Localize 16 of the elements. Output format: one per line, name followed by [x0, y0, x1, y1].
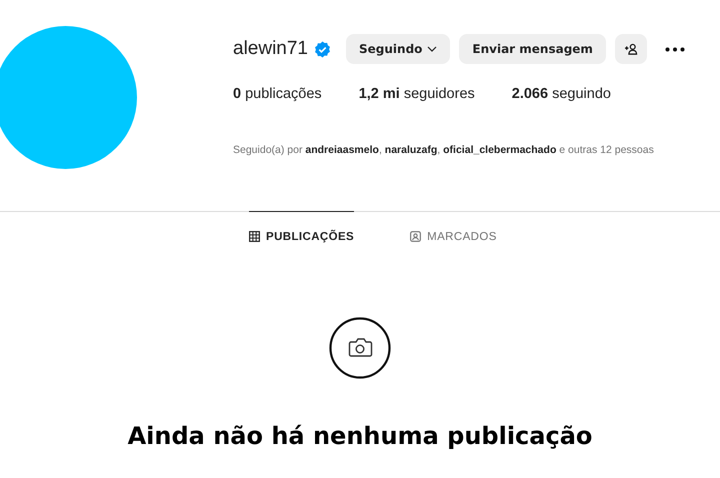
stat-text[interactable]: 1,2 mi seguidores — [358, 86, 475, 102]
add-person-button[interactable] — [614, 34, 647, 64]
following-button[interactable]: Seguindo — [346, 34, 450, 64]
add-person-icon — [624, 43, 638, 55]
stat-text[interactable]: 0 publicações — [233, 86, 322, 102]
stat-text[interactable]: 2.066 seguindo — [512, 86, 611, 102]
tab[interactable]: PUBLICAÇÕES — [249, 211, 354, 261]
username: alewin71 — [233, 38, 308, 60]
grid-icon — [249, 231, 260, 242]
followed-by-text: Seguido(a) por andreiaasmelo, naraluzafg, oficial_clebermachado e outras 12 pessoas — [233, 144, 655, 156]
person-tag-icon — [410, 231, 422, 242]
tab[interactable]: MARCADOS — [410, 211, 497, 261]
send-message-button[interactable]: Enviar mensagem — [459, 34, 606, 64]
caret-icon — [427, 46, 438, 52]
empty-state-title: Ainda não há nenhuma publicação — [128, 422, 592, 450]
camera-icon — [329, 317, 391, 379]
